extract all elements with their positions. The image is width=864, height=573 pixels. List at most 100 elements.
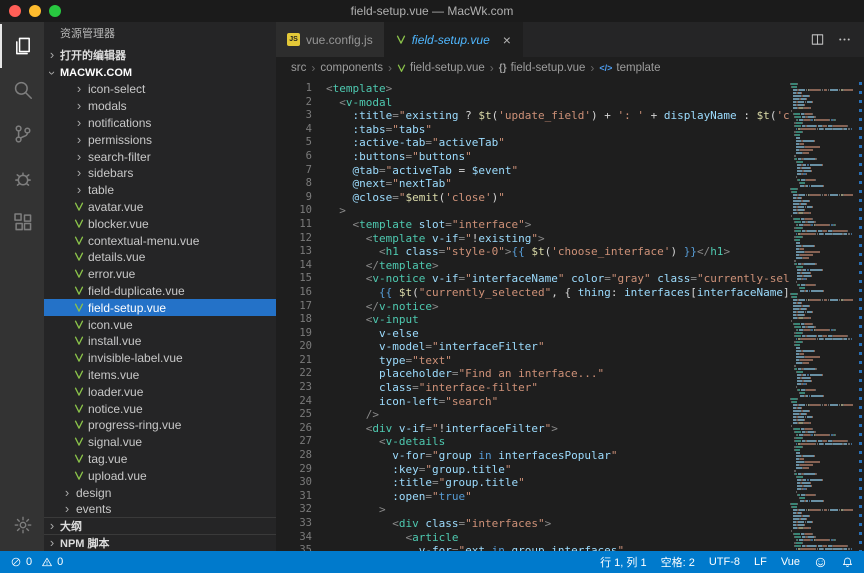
section-大纲[interactable]: ›大纲 <box>44 517 276 534</box>
code-line[interactable]: 18 <v-input <box>276 313 790 327</box>
breadcrumb-field-setup-vue[interactable]: {}field-setup.vue <box>499 62 586 74</box>
close-icon[interactable]: × <box>503 34 511 46</box>
code-line[interactable]: 3 :title="existing ? $t('update_field') … <box>276 109 790 123</box>
tree-item-table[interactable]: ›table <box>44 182 276 199</box>
tree-item-icon-select[interactable]: ›icon-select <box>44 81 276 98</box>
line-number[interactable]: 6 <box>276 150 312 164</box>
code-line[interactable]: 25 /> <box>276 408 790 422</box>
tree-item-sidebars[interactable]: ›sidebars <box>44 165 276 182</box>
project-root-section[interactable]: › MACWK.COM <box>44 64 276 81</box>
split-editor-icon[interactable] <box>810 32 825 47</box>
line-number[interactable]: 18 <box>276 313 312 327</box>
error-count[interactable]: 0 <box>10 556 32 568</box>
status-item[interactable]: 空格: 2 <box>661 554 695 570</box>
code-line[interactable]: 35 v-for="ext in group.interfaces" <box>276 544 790 551</box>
line-number[interactable]: 30 <box>276 476 312 490</box>
code-line[interactable]: 14 </template> <box>276 259 790 273</box>
line-number[interactable]: 11 <box>276 218 312 232</box>
code-line[interactable]: 10 > <box>276 204 790 218</box>
minimize-window-button[interactable] <box>29 5 41 17</box>
line-number[interactable]: 2 <box>276 96 312 110</box>
tree-item-items-vue[interactable]: items.vue <box>44 367 276 384</box>
code-line[interactable]: 2 <v-modal <box>276 96 790 110</box>
code-line[interactable]: 24 icon-left="search" <box>276 395 790 409</box>
code-line[interactable]: 31 :open="true" <box>276 490 790 504</box>
warning-count[interactable]: 0 <box>41 556 63 568</box>
code-line[interactable]: 21 type="text" <box>276 354 790 368</box>
line-number[interactable]: 31 <box>276 490 312 504</box>
more-icon[interactable] <box>837 32 852 47</box>
tree-item-tag-vue[interactable]: tag.vue <box>44 451 276 468</box>
line-number[interactable]: 5 <box>276 136 312 150</box>
code-line[interactable]: 16 {{ $t("currently_selected", { thing: … <box>276 286 790 300</box>
zoom-window-button[interactable] <box>49 5 61 17</box>
code-line[interactable]: 4 :tabs="tabs" <box>276 123 790 137</box>
tree-item-loader-vue[interactable]: loader.vue <box>44 383 276 400</box>
code-line[interactable]: 13 <h1 class="style-0">{{ $t('choose_int… <box>276 245 790 259</box>
tree-item-blocker-vue[interactable]: blocker.vue <box>44 215 276 232</box>
debug-icon[interactable] <box>0 156 44 200</box>
code-line[interactable]: 26 <div v-if="!interfaceFilter"> <box>276 422 790 436</box>
line-number[interactable]: 33 <box>276 517 312 531</box>
line-number[interactable]: 21 <box>276 354 312 368</box>
line-number[interactable]: 8 <box>276 177 312 191</box>
code-line[interactable]: 23 class="interface-filter" <box>276 381 790 395</box>
code-line[interactable]: 29 :key="group.title" <box>276 463 790 477</box>
code-line[interactable]: 6 :buttons="buttons" <box>276 150 790 164</box>
line-number[interactable]: 4 <box>276 123 312 137</box>
code-line[interactable]: 32 > <box>276 503 790 517</box>
line-number[interactable]: 35 <box>276 544 312 551</box>
line-number[interactable]: 27 <box>276 435 312 449</box>
line-number[interactable]: 28 <box>276 449 312 463</box>
tree-item-modals[interactable]: ›modals <box>44 98 276 115</box>
tree-item-field-duplicate-vue[interactable]: field-duplicate.vue <box>44 283 276 300</box>
tree-item-error-vue[interactable]: error.vue <box>44 266 276 283</box>
tab-field-setup.vue[interactable]: field-setup.vue× <box>385 22 523 57</box>
line-number[interactable]: 12 <box>276 232 312 246</box>
code-line[interactable]: 8 @next="nextTab" <box>276 177 790 191</box>
status-item[interactable]: Vue <box>781 556 800 568</box>
line-number[interactable]: 10 <box>276 204 312 218</box>
code-line[interactable]: 22 placeholder="Find an interface..." <box>276 367 790 381</box>
explorer-icon[interactable] <box>0 24 44 68</box>
line-number[interactable]: 15 <box>276 272 312 286</box>
tree-item-signal-vue[interactable]: signal.vue <box>44 434 276 451</box>
line-number[interactable]: 23 <box>276 381 312 395</box>
line-number[interactable]: 24 <box>276 395 312 409</box>
breadcrumb-src[interactable]: src <box>291 62 306 74</box>
code-line[interactable]: 20 v-model="interfaceFilter" <box>276 340 790 354</box>
extensions-icon[interactable] <box>0 200 44 244</box>
line-number[interactable]: 20 <box>276 340 312 354</box>
tree-item-search-filter[interactable]: ›search-filter <box>44 148 276 165</box>
tree-item-icon-vue[interactable]: icon.vue <box>44 316 276 333</box>
tree-item-permissions[interactable]: ›permissions <box>44 131 276 148</box>
code-line[interactable]: 27 <v-details <box>276 435 790 449</box>
line-number[interactable]: 26 <box>276 422 312 436</box>
line-number[interactable]: 29 <box>276 463 312 477</box>
search-icon[interactable] <box>0 68 44 112</box>
line-number[interactable]: 17 <box>276 300 312 314</box>
breadcrumb-template[interactable]: </>template <box>599 62 660 74</box>
line-number[interactable]: 9 <box>276 191 312 205</box>
line-number[interactable]: 3 <box>276 109 312 123</box>
tree-item-avatar-vue[interactable]: avatar.vue <box>44 199 276 216</box>
tab-vue.config.js[interactable]: JSvue.config.js <box>276 22 385 57</box>
code-line[interactable]: 15 <v-notice v-if="interfaceName" color=… <box>276 272 790 286</box>
status-item[interactable]: 行 1, 列 1 <box>600 554 646 570</box>
code-editor[interactable]: 1<template>2 <v-modal3 :title="existing … <box>276 79 864 551</box>
status-item[interactable]: LF <box>754 556 767 568</box>
code-line[interactable]: 33 <div class="interfaces"> <box>276 517 790 531</box>
close-window-button[interactable] <box>9 5 21 17</box>
tree-item-upload-vue[interactable]: upload.vue <box>44 467 276 484</box>
breadcrumb-components[interactable]: components <box>320 62 383 74</box>
code-lines[interactable]: 1<template>2 <v-modal3 :title="existing … <box>276 82 790 551</box>
tree-item-design[interactable]: ›design <box>44 484 276 501</box>
code-line[interactable]: 19 v-else <box>276 327 790 341</box>
section-NPM 脚本[interactable]: ›NPM 脚本 <box>44 534 276 551</box>
line-number[interactable]: 13 <box>276 245 312 259</box>
code-line[interactable]: 1<template> <box>276 82 790 96</box>
tree-item-notifications[interactable]: ›notifications <box>44 115 276 132</box>
tree-item-events[interactable]: ›events <box>44 501 276 517</box>
line-number[interactable]: 25 <box>276 408 312 422</box>
settings-icon[interactable] <box>0 503 44 547</box>
